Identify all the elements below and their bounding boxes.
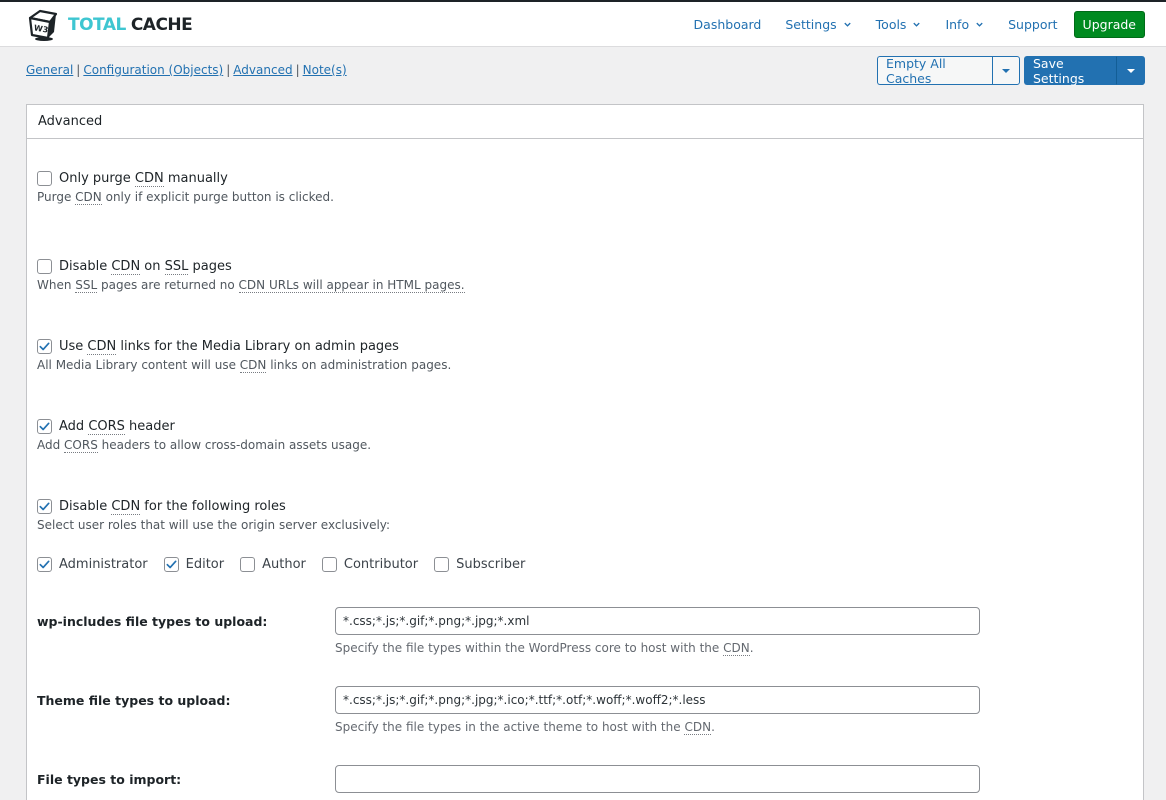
top-nav: Dashboard Settings Tools Info Support Up… bbox=[670, 11, 1145, 38]
caret-down-icon bbox=[1002, 68, 1010, 73]
option-label: Only purge CDN manually bbox=[59, 170, 228, 187]
option-disable-cdn-roles: Disable CDN for the following roles Sele… bbox=[37, 497, 390, 532]
empty-caches-button-group: Empty All Caches bbox=[877, 56, 1020, 86]
checkmark-icon bbox=[39, 502, 50, 510]
advanced-panel: Advanced Only purge CDN manually Purge C… bbox=[26, 104, 1144, 800]
save-settings-button-group: Save Settings bbox=[1024, 56, 1145, 86]
checkmark-icon bbox=[166, 560, 177, 569]
option-cdn-media-library: Use CDN links for the Media Library on a… bbox=[37, 337, 452, 373]
empty-all-caches-button[interactable]: Empty All Caches bbox=[877, 56, 992, 86]
empty-caches-dropdown-toggle[interactable] bbox=[992, 56, 1020, 85]
role-subscriber[interactable]: Subscriber bbox=[434, 557, 525, 572]
theme-file-types-input[interactable]: *.css;*.js;*.gif;*.png;*.jpg;*.ico;*.ttf… bbox=[335, 686, 980, 714]
role-editor[interactable]: Editor bbox=[163, 557, 224, 572]
role-administrator-checkbox[interactable] bbox=[37, 557, 52, 572]
role-contributor[interactable]: Contributor bbox=[321, 557, 418, 572]
checkmark-icon bbox=[39, 422, 50, 430]
only-purge-cdn-checkbox[interactable] bbox=[37, 170, 52, 186]
checkmark-icon bbox=[39, 560, 50, 569]
disable-cdn-ssl-checkbox[interactable] bbox=[37, 258, 52, 274]
w3-cube-icon: W3 bbox=[28, 9, 58, 41]
option-description: When SSL pages are returned no CDN URLs … bbox=[37, 278, 465, 293]
subnav-general[interactable]: General bbox=[26, 63, 73, 77]
option-disable-cdn-ssl: Disable CDN on SSL pages When SSL pages … bbox=[37, 257, 465, 293]
subnav-advanced[interactable]: Advanced bbox=[233, 63, 292, 77]
wp-includes-file-types-input[interactable]: *.css;*.js;*.gif;*.png;*.jpg;*.xml bbox=[335, 607, 980, 635]
option-label: Disable CDN on SSL pages bbox=[59, 258, 232, 275]
option-description: Purge CDN only if explicit purge button … bbox=[37, 190, 334, 205]
field-label: Theme file types to upload: bbox=[37, 693, 231, 708]
subnav-configuration-objects[interactable]: Configuration (Objects) bbox=[83, 63, 223, 77]
role-editor-checkbox[interactable] bbox=[163, 557, 179, 572]
file-types-to-import-input[interactable] bbox=[335, 765, 980, 793]
roles-list: Administrator Editor Author Contributor … bbox=[37, 557, 541, 572]
option-description: Add CORS headers to allow cross-domain a… bbox=[37, 438, 372, 453]
field-label: File types to import: bbox=[37, 772, 182, 787]
option-label: Use CDN links for the Media Library on a… bbox=[59, 338, 399, 355]
save-settings-dropdown-toggle[interactable] bbox=[1117, 56, 1145, 85]
role-author[interactable]: Author bbox=[240, 557, 306, 572]
plugin-header: W3 TOTAL CACHE Dashboard Settings Tools I… bbox=[0, 2, 1166, 47]
checkmark-icon bbox=[39, 342, 50, 350]
field-description: Specify the file types in the active the… bbox=[335, 720, 715, 735]
chevron-down-icon bbox=[913, 22, 921, 27]
panel-title: Advanced bbox=[27, 105, 1143, 139]
settings-subnav: General | Configuration (Objects) | Advanced… bbox=[26, 63, 347, 77]
caret-down-icon bbox=[1127, 68, 1135, 73]
role-administrator[interactable]: Administrator bbox=[37, 557, 148, 572]
nav-settings[interactable]: Settings bbox=[785, 17, 851, 32]
save-settings-button[interactable]: Save Settings bbox=[1024, 56, 1117, 86]
option-description: Select user roles that will use the orig… bbox=[37, 518, 391, 532]
option-add-cors-header: Add CORS header Add CORS headers to allo… bbox=[37, 417, 372, 453]
option-description: All Media Library content will use CDN l… bbox=[37, 358, 452, 373]
nav-dashboard[interactable]: Dashboard bbox=[694, 17, 762, 32]
field-label: wp-includes file types to upload: bbox=[37, 614, 268, 629]
field-description: Specify the file types within the WordPr… bbox=[335, 641, 754, 656]
logo-text: TOTAL CACHE bbox=[68, 15, 193, 35]
role-subscriber-checkbox[interactable] bbox=[434, 557, 450, 572]
nav-tools[interactable]: Tools bbox=[876, 17, 922, 32]
chevron-down-icon bbox=[843, 22, 851, 27]
total-cache-logo[interactable]: W3 TOTAL CACHE bbox=[26, 8, 193, 42]
role-contributor-checkbox[interactable] bbox=[321, 557, 337, 572]
option-label: Add CORS header bbox=[59, 418, 175, 435]
add-cors-header-checkbox[interactable] bbox=[37, 418, 52, 434]
nav-support[interactable]: Support bbox=[1008, 17, 1057, 32]
chevron-down-icon bbox=[976, 22, 983, 27]
nav-info[interactable]: Info bbox=[945, 17, 984, 32]
upgrade-button[interactable]: Upgrade bbox=[1073, 11, 1145, 38]
role-author-checkbox[interactable] bbox=[240, 557, 256, 572]
option-only-purge-cdn-manually: Only purge CDN manually Purge CDN only i… bbox=[37, 169, 334, 205]
disable-cdn-roles-checkbox[interactable] bbox=[37, 498, 52, 514]
option-label: Disable CDN for the following roles bbox=[59, 498, 286, 515]
subnav-notes[interactable]: Note(s) bbox=[303, 63, 347, 77]
cdn-media-library-checkbox[interactable] bbox=[37, 338, 52, 354]
